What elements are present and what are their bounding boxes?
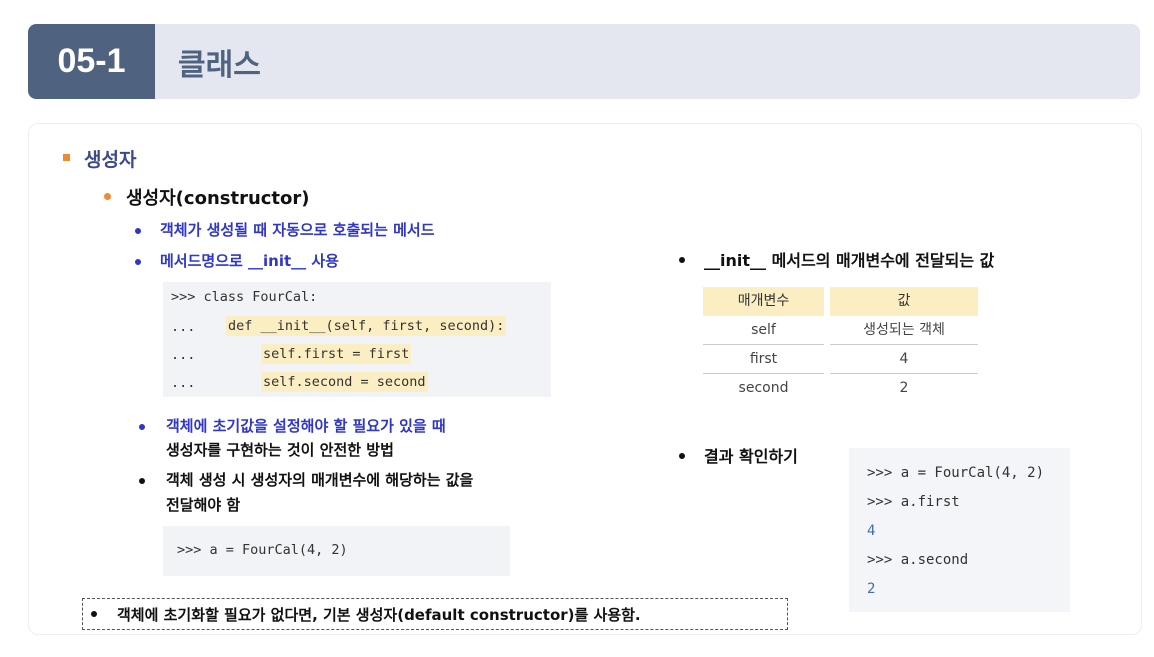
bullet-icon: [135, 228, 141, 234]
note2-line-1: 객체 생성 시 생성자의 매개변수에 해당하는 값을: [166, 471, 474, 489]
code-line-highlight: self.second = second: [261, 372, 428, 392]
section-number: 05-1: [28, 24, 155, 99]
code-line: >>> a.first: [867, 494, 960, 510]
code-line: >>> class FourCal:: [171, 289, 318, 305]
subheading: 생성자(constructor): [126, 188, 310, 209]
bullet-icon: [91, 611, 97, 617]
bullet-icon: [679, 453, 685, 459]
params-table: 매개변수 값 self 생성되는 객체 first 4 second 2: [703, 287, 978, 403]
orange-bullet-icon: [104, 193, 111, 200]
table-cell: first: [703, 345, 824, 374]
bullet-icon: [679, 257, 685, 263]
table-cell: self: [703, 316, 824, 345]
result-code-block: >>> a = FourCal(4, 2) >>> a.first 4 >>> …: [849, 448, 1070, 612]
result-title: 결과 확인하기: [704, 447, 798, 466]
table-cell: second: [738, 380, 789, 396]
section-heading: 생성자: [84, 149, 137, 171]
bullet-text-2: 메서드명으로 __init__ 사용: [160, 252, 339, 270]
code-line: >>> a = FourCal(4, 2): [867, 465, 1045, 481]
table-row: first 4: [703, 345, 978, 374]
code-prompt: ...: [171, 347, 196, 363]
code-line-highlight: self.first = first: [261, 344, 412, 364]
table-cell: 생성되는 객체: [830, 316, 978, 345]
bullet-icon: [139, 478, 145, 484]
table-cell: 2: [899, 380, 909, 396]
code-prompt: ...: [171, 319, 196, 335]
note-line-1: 객체에 초기값을 설정해야 할 필요가 있을 때: [166, 417, 446, 435]
page-title: 클래스: [178, 47, 261, 83]
table-header: 매개변수: [703, 287, 824, 316]
table-cell: 4: [830, 345, 978, 374]
square-bullet-icon: [63, 154, 70, 161]
bullet-icon: [139, 424, 145, 430]
code-output: 2: [867, 581, 876, 597]
code-line: >>> a.second: [867, 552, 969, 568]
title-bar: 05-1 클래스: [28, 24, 1140, 99]
code-block-class: >>> class FourCal: ... def __init__(self…: [163, 282, 551, 397]
note2-line-2: 전달해야 함: [166, 496, 241, 514]
params-title: __init__ 메서드의 매개변수에 전달되는 값: [704, 251, 995, 270]
code-output: 4: [867, 523, 876, 539]
table-row: second 2: [703, 374, 978, 403]
code-prompt: ...: [171, 375, 196, 391]
code-block-instance: >>> a = FourCal(4, 2): [163, 526, 510, 576]
note-line-2: 생성자를 구현하는 것이 안전한 방법: [166, 441, 394, 459]
footer-note-text: 객체에 초기화할 필요가 없다면, 기본 생성자(default constru…: [117, 605, 641, 624]
table-row: self 생성되는 객체: [703, 316, 978, 345]
code-line-highlight: def __init__(self, first, second):: [226, 316, 507, 336]
bullet-icon: [135, 259, 141, 265]
table-header: 값: [830, 287, 978, 316]
table-header-row: 매개변수 값: [703, 287, 978, 316]
code-line: >>> a = FourCal(4, 2): [177, 542, 348, 558]
footer-note-box: 객체에 초기화할 필요가 없다면, 기본 생성자(default constru…: [82, 598, 788, 630]
bullet-text-1: 객체가 생성될 때 자동으로 호출되는 메서드: [160, 221, 435, 239]
